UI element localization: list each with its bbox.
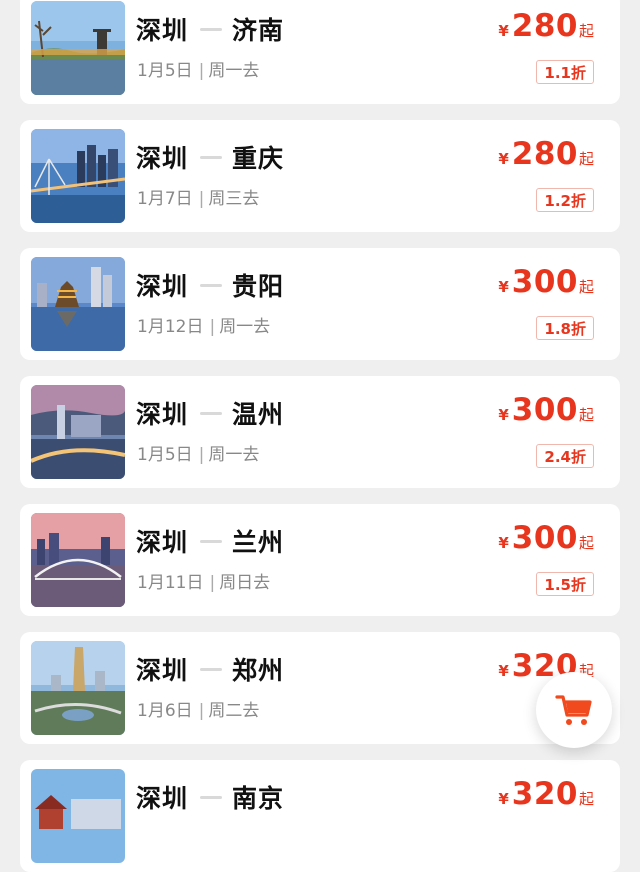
route: 深圳 南京 <box>136 778 284 816</box>
shopping-cart-icon <box>555 695 592 725</box>
price: ¥ 280 起 <box>498 8 594 44</box>
price: ¥ 300 起 <box>498 392 594 428</box>
flight-card[interactable]: 深圳 兰州 1月11日 | 周日去 ¥ 300 起 1.5折 <box>20 504 620 616</box>
price-suffix: 起 <box>578 790 594 808</box>
destination-city: 贵阳 <box>232 272 285 301</box>
route-arrow-icon <box>200 283 223 287</box>
origin-city: 深圳 <box>136 528 189 557</box>
origin-city: 深圳 <box>136 144 189 173</box>
currency-symbol: ¥ <box>498 790 509 808</box>
destination-city: 重庆 <box>232 144 285 173</box>
destination-photo <box>31 641 125 735</box>
currency-symbol: ¥ <box>498 150 509 168</box>
price-suffix: 起 <box>578 406 594 424</box>
destination-photo <box>31 769 125 863</box>
price-suffix: 起 <box>578 278 594 296</box>
route-arrow-icon <box>200 667 223 671</box>
route: 深圳 兰州 <box>136 522 284 560</box>
destination-photo <box>31 1 125 95</box>
currency-symbol: ¥ <box>498 662 509 680</box>
departure-info: 1月11日 | 周日去 <box>137 573 271 593</box>
departure-info: 1月7日 | 周三去 <box>137 189 260 209</box>
flight-card[interactable]: 深圳 南京 ¥ 320 起 <box>20 760 620 872</box>
route-arrow-icon <box>200 27 223 31</box>
departure-date: 1月12日 <box>137 317 204 337</box>
destination-photo <box>31 385 125 479</box>
route-arrow-icon <box>200 155 223 159</box>
route: 深圳 郑州 <box>136 650 284 688</box>
departure-date: 1月11日 <box>137 573 204 593</box>
route: 深圳 贵阳 <box>136 266 284 304</box>
currency-symbol: ¥ <box>498 534 509 552</box>
currency-symbol: ¥ <box>498 278 509 296</box>
price: ¥ 320 起 <box>498 776 594 812</box>
destination-city: 兰州 <box>232 528 285 557</box>
departure-weekday: 周一去 <box>208 61 260 81</box>
departure-weekday: 周一去 <box>219 317 271 337</box>
price-value: 300 <box>511 264 578 300</box>
route: 深圳 温州 <box>136 394 284 432</box>
route-arrow-icon <box>200 539 223 543</box>
flight-card[interactable]: 深圳 济南 1月5日 | 周一去 ¥ 280 起 1.1折 <box>20 0 620 104</box>
flight-card[interactable]: 深圳 贵阳 1月12日 | 周一去 ¥ 300 起 1.8折 <box>20 248 620 360</box>
flight-card[interactable]: 深圳 重庆 1月7日 | 周三去 ¥ 280 起 1.2折 <box>20 120 620 232</box>
price: ¥ 300 起 <box>498 520 594 556</box>
discount-badge: 1.2折 <box>536 188 594 212</box>
route: 深圳 济南 <box>136 10 284 48</box>
departure-weekday: 周一去 <box>208 445 260 465</box>
departure-date: 1月6日 <box>137 701 193 721</box>
price: ¥ 300 起 <box>498 264 594 300</box>
destination-city: 温州 <box>232 400 285 429</box>
route-arrow-icon <box>200 411 223 415</box>
departure-weekday: 周三去 <box>208 189 260 209</box>
origin-city: 深圳 <box>136 400 189 429</box>
currency-symbol: ¥ <box>498 406 509 424</box>
discount-badge: 1.5折 <box>536 572 594 596</box>
departure-date: 1月7日 <box>137 189 193 209</box>
flight-card[interactable]: 深圳 郑州 1月6日 | 周二去 ¥ 320 起 <box>20 632 620 744</box>
discount-badge: 2.4折 <box>536 444 594 468</box>
price: ¥ 280 起 <box>498 136 594 172</box>
departure-weekday: 周二去 <box>208 701 260 721</box>
price-suffix: 起 <box>578 150 594 168</box>
price-value: 280 <box>511 8 578 44</box>
currency-symbol: ¥ <box>498 22 509 40</box>
destination-photo <box>31 129 125 223</box>
route-arrow-icon <box>200 795 223 799</box>
price-suffix: 起 <box>578 22 594 40</box>
discount-badge: 1.8折 <box>536 316 594 340</box>
floating-cart-button[interactable] <box>536 672 612 748</box>
price-value: 280 <box>511 136 578 172</box>
departure-date: 1月5日 <box>137 445 193 465</box>
destination-photo <box>31 257 125 351</box>
route: 深圳 重庆 <box>136 138 284 176</box>
departure-info: 1月12日 | 周一去 <box>137 317 271 337</box>
destination-city: 南京 <box>232 784 285 813</box>
departure-info: 1月5日 | 周一去 <box>137 61 260 81</box>
departure-weekday: 周日去 <box>219 573 271 593</box>
destination-city: 济南 <box>232 16 285 45</box>
price-value: 320 <box>511 776 578 812</box>
discount-badge: 1.1折 <box>536 60 594 84</box>
departure-date: 1月5日 <box>137 61 193 81</box>
destination-city: 郑州 <box>232 656 285 685</box>
flight-card[interactable]: 深圳 温州 1月5日 | 周一去 ¥ 300 起 2.4折 <box>20 376 620 488</box>
destination-photo <box>31 513 125 607</box>
price-value: 300 <box>511 392 578 428</box>
price-value: 300 <box>511 520 578 556</box>
origin-city: 深圳 <box>136 272 189 301</box>
origin-city: 深圳 <box>136 16 189 45</box>
origin-city: 深圳 <box>136 656 189 685</box>
departure-info: 1月5日 | 周一去 <box>137 445 260 465</box>
price-suffix: 起 <box>578 534 594 552</box>
origin-city: 深圳 <box>136 784 189 813</box>
departure-info: 1月6日 | 周二去 <box>137 701 260 721</box>
